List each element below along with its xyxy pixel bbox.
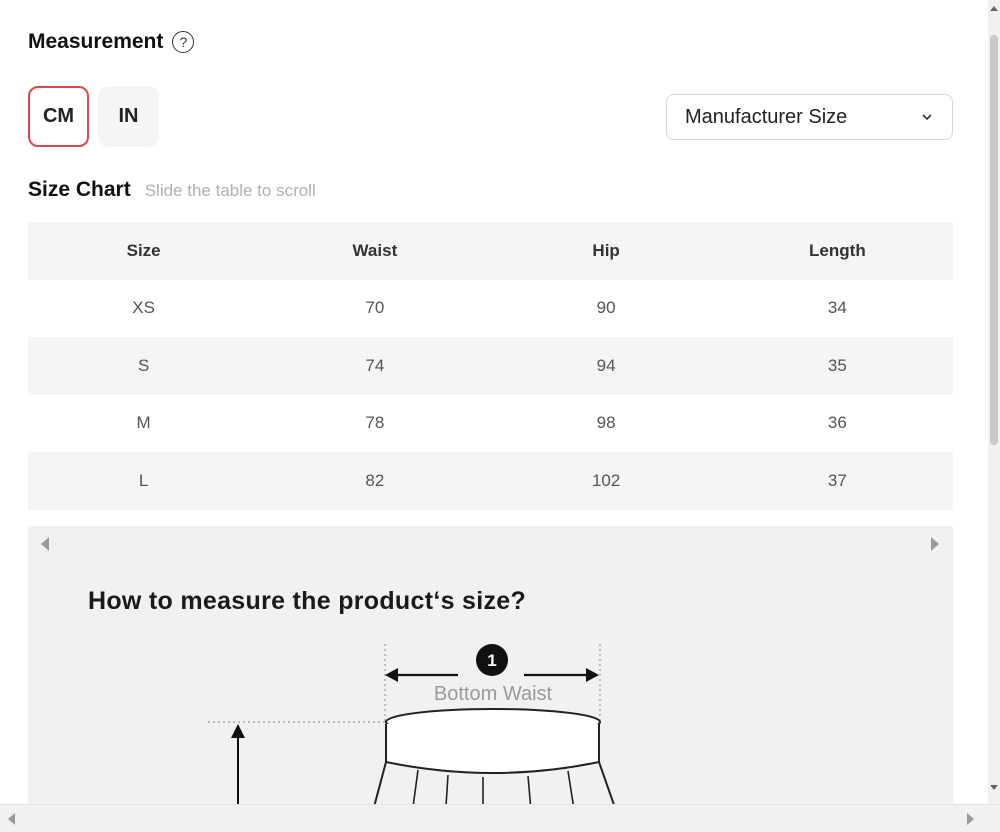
question-circle-icon[interactable]: ? <box>172 31 195 53</box>
column-header-hip: Hip <box>490 222 722 280</box>
scroll-left-icon[interactable] <box>41 537 49 551</box>
table-cell: M <box>136 413 151 433</box>
table-cell: 78 <box>365 413 385 433</box>
chevron-down-icon <box>920 110 934 124</box>
table-cell: 74 <box>259 337 491 395</box>
size-chart-table: Size Waist Hip Length XS 70 90 34 S 74 9… <box>28 222 953 510</box>
table-cell: 36 <box>827 413 847 433</box>
table-header-row: Size Waist Hip Length <box>28 222 953 280</box>
table-cell: 37 <box>721 452 953 510</box>
scroll-down-icon[interactable] <box>990 785 998 790</box>
size-chart-header: Size Chart Slide the table to scroll <box>28 178 316 202</box>
measure-guide-image: How to measure the product‘s size? 1 Bot… <box>28 562 953 804</box>
column-header-size: Size <box>28 222 260 280</box>
table-row: M 78 98 36 <box>28 395 953 453</box>
table-cell: 102 <box>490 452 722 510</box>
table-horizontal-scrollbar[interactable] <box>28 526 953 562</box>
table-cell: XS <box>132 298 155 318</box>
page-scroll-right-icon[interactable] <box>967 813 974 825</box>
size-chart-title: Size Chart <box>28 178 131 201</box>
bottom-waist-label: Bottom Waist <box>434 683 553 705</box>
scrollbar-thumb[interactable] <box>990 35 998 445</box>
measurement-header: Measurement ? <box>28 30 195 54</box>
skirt-diagram: 1 Bottom Waist <box>208 644 615 804</box>
page-scroll-left-icon[interactable] <box>8 813 15 825</box>
page-horizontal-scrollbar[interactable] <box>0 804 1000 832</box>
table-row: S 74 94 35 <box>28 337 953 395</box>
table-row: XS 70 90 34 <box>28 280 953 338</box>
column-header-waist: Waist <box>259 222 491 280</box>
table-cell: 94 <box>490 337 722 395</box>
help-glyph: ? <box>179 34 188 50</box>
unit-in-button[interactable]: IN <box>98 86 159 147</box>
table-cell: 82 <box>259 452 491 510</box>
scroll-hint: Slide the table to scroll <box>144 181 316 200</box>
scroll-up-icon[interactable] <box>990 6 998 11</box>
table-cell: 35 <box>721 337 953 395</box>
table-cell: 90 <box>596 298 616 318</box>
table-cell: L <box>28 452 260 510</box>
marker-number: 1 <box>487 651 496 670</box>
size-type-value: Manufacturer Size <box>685 105 848 128</box>
table-cell: 98 <box>596 413 616 433</box>
size-type-dropdown[interactable]: Manufacturer Size <box>666 94 953 140</box>
table-cell: 34 <box>827 298 847 318</box>
table-cell: 70 <box>365 298 385 318</box>
table-cell: S <box>28 337 260 395</box>
unit-cm-button[interactable]: CM <box>28 86 89 147</box>
measurement-title: Measurement <box>28 30 164 53</box>
size-guide-panel: Measurement ? CM IN Manufacturer Size Si… <box>0 0 988 804</box>
page-vertical-scrollbar[interactable] <box>988 0 1000 804</box>
table-row: L 82 102 37 <box>28 452 953 510</box>
column-header-length: Length <box>721 222 953 280</box>
scroll-right-icon[interactable] <box>931 537 939 551</box>
